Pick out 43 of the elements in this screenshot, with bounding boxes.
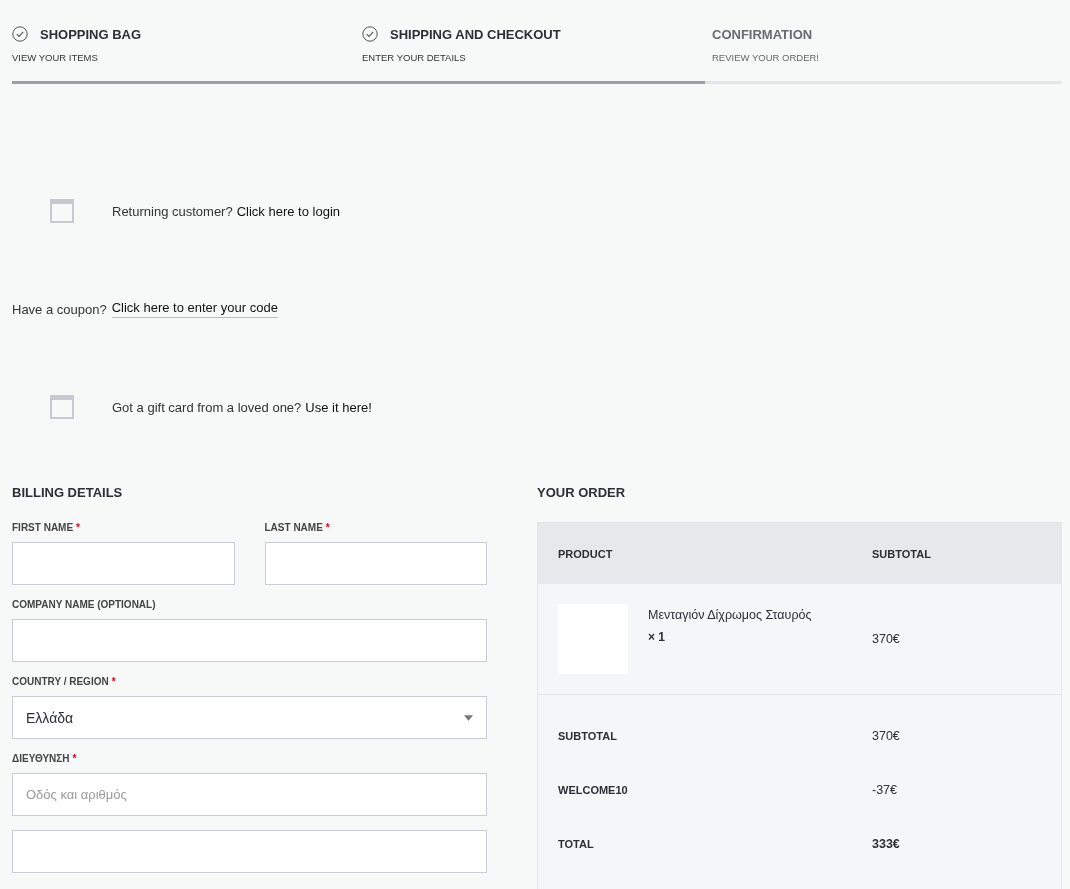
window-icon <box>50 395 74 419</box>
required-mark: * <box>325 522 330 533</box>
total-value: 333€ <box>872 837 901 851</box>
product-name: Μενταγιόν Δίχρωμος Σταυρός <box>648 608 812 622</box>
required-mark: * <box>111 676 116 687</box>
total-value: -37€ <box>872 783 899 797</box>
field-label: FIRST NAME <box>12 522 74 533</box>
section-title: BILLING DETAILS <box>12 485 124 500</box>
field-label: ΔΙΕΥΘΥΝΣΗ <box>12 753 70 764</box>
text-field[interactable]: Οδός και αριθμός <box>12 773 487 816</box>
step-subtitle: REVIEW YOUR ORDER! <box>712 52 820 63</box>
total-label: WELCOME10 <box>557 784 629 796</box>
text-field[interactable] <box>12 542 235 585</box>
section-title: YOUR ORDER <box>537 485 627 500</box>
step-title[interactable]: SHOPPING BAG <box>40 26 142 42</box>
step-subtitle: VIEW YOUR ITEMS <box>12 52 99 63</box>
text-field[interactable] <box>264 542 487 585</box>
text-field[interactable] <box>12 830 487 873</box>
product-quantity: × 1 <box>648 630 666 644</box>
notice-link[interactable]: Use it here! <box>305 399 372 415</box>
step-subtitle: ENTER YOUR DETAILS <box>362 52 467 63</box>
column-header: SUBTOTAL <box>872 547 932 560</box>
table-cell-text: 370€ <box>872 632 901 646</box>
total-label: SUBTOTAL <box>557 730 618 742</box>
required-mark: * <box>72 753 77 764</box>
step-title[interactable]: CONFIRMATION <box>712 26 813 42</box>
field-label: LAST NAME <box>264 522 323 533</box>
total-value: 370€ <box>872 729 901 743</box>
notice-text: Have a coupon? <box>12 301 107 317</box>
caret-icon <box>464 714 473 721</box>
required-mark: * <box>76 522 80 533</box>
notice-link[interactable]: Click here to enter your code <box>111 300 278 318</box>
window-icon <box>50 199 74 223</box>
notice-link[interactable]: Click here to login <box>236 203 340 219</box>
column-header: PRODUCT <box>557 547 614 560</box>
step-title[interactable]: SHIPPING AND CHECKOUT <box>390 26 561 42</box>
field-label: COUNTRY / REGION <box>12 676 109 687</box>
text-field[interactable] <box>12 619 487 662</box>
notice-text: Returning customer? <box>112 203 233 219</box>
country-select[interactable]: Ελλάδα <box>12 696 487 739</box>
total-label: TOTAL <box>557 838 595 850</box>
notice-text: Got a gift card from a loved one? <box>112 399 302 415</box>
field-label: COMPANY NAME (OPTIONAL) <box>12 599 156 610</box>
